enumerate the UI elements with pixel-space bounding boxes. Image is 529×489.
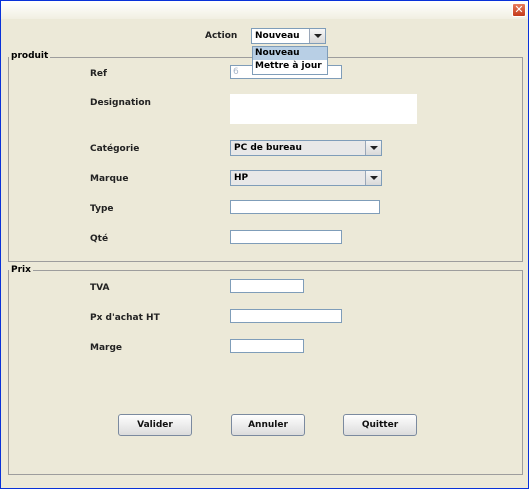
annuler-button-label: Annuler bbox=[248, 420, 288, 430]
valider-button[interactable]: Valider bbox=[118, 414, 192, 436]
marque-label: Marque bbox=[90, 174, 129, 184]
ref-label: Ref bbox=[90, 69, 107, 79]
chevron-down-icon[interactable] bbox=[365, 171, 381, 185]
title-bar bbox=[1, 1, 528, 19]
qte-field[interactable] bbox=[230, 230, 342, 244]
quitter-button-label: Quitter bbox=[361, 420, 399, 430]
chevron-down-icon[interactable] bbox=[365, 141, 381, 155]
marge-label: Marge bbox=[90, 343, 123, 353]
action-label: Action bbox=[205, 31, 238, 41]
px-achat-label: Px d'achat HT bbox=[90, 313, 160, 323]
tva-field[interactable] bbox=[230, 279, 304, 293]
action-select-value: Nouveau bbox=[255, 31, 300, 41]
close-button[interactable]: ✕ bbox=[512, 3, 526, 17]
designation-field[interactable] bbox=[230, 94, 417, 124]
valider-button-label: Valider bbox=[137, 420, 173, 430]
tva-label: TVA bbox=[90, 283, 110, 293]
categorie-select-value: PC de bureau bbox=[234, 143, 302, 153]
window: ✕ Action Nouveau produit Ref 6 Designati… bbox=[0, 0, 529, 489]
action-select[interactable]: Nouveau bbox=[251, 28, 326, 44]
annuler-button[interactable]: Annuler bbox=[231, 414, 305, 436]
marque-select[interactable]: HP bbox=[230, 170, 382, 186]
marge-field[interactable] bbox=[230, 339, 304, 353]
marque-select-value: HP bbox=[234, 173, 249, 183]
dropdown-option-mettre-a-jour[interactable]: Mettre à jour bbox=[253, 60, 327, 73]
dropdown-option-nouveau[interactable]: Nouveau bbox=[253, 47, 327, 60]
px-achat-field[interactable] bbox=[230, 309, 342, 323]
quitter-button[interactable]: Quitter bbox=[343, 414, 417, 436]
close-icon: ✕ bbox=[514, 3, 524, 16]
categorie-label: Catégorie bbox=[90, 144, 140, 154]
action-dropdown-list[interactable]: Nouveau Mettre à jour bbox=[252, 46, 328, 75]
qte-label: Qté bbox=[90, 234, 109, 244]
prix-group bbox=[8, 270, 523, 475]
type-label: Type bbox=[90, 204, 114, 214]
chevron-down-icon[interactable] bbox=[309, 29, 325, 43]
categorie-select[interactable]: PC de bureau bbox=[230, 140, 382, 156]
type-field[interactable] bbox=[230, 200, 380, 214]
produit-legend: produit bbox=[9, 51, 51, 61]
designation-label: Designation bbox=[90, 98, 151, 108]
prix-legend: Prix bbox=[9, 265, 33, 275]
